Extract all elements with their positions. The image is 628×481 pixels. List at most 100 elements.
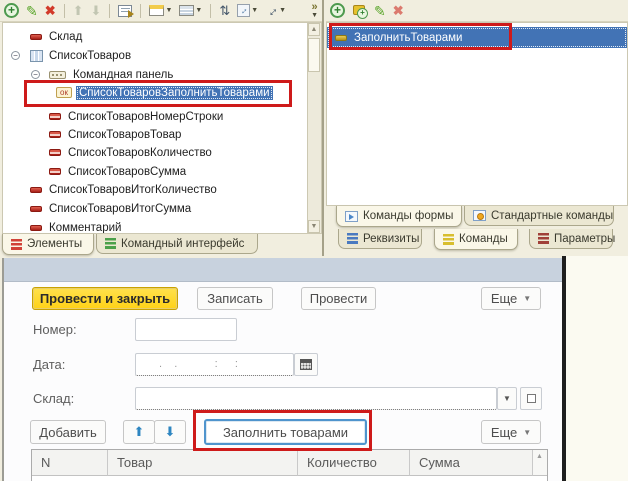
panel-splitter[interactable] bbox=[322, 0, 324, 256]
tab-реквизиты[interactable]: Реквизиты bbox=[338, 229, 422, 249]
table-header-n: N bbox=[32, 450, 108, 476]
field-icon bbox=[30, 205, 42, 212]
expander-icon[interactable]: − bbox=[31, 70, 40, 79]
tab-label: Стандартные команды bbox=[491, 209, 614, 222]
warehouse-dropdown-button[interactable]: ▼ bbox=[497, 387, 517, 410]
move-row-up-button[interactable]: ⬆ bbox=[123, 420, 155, 444]
scroll-down-icon[interactable]: ▼ bbox=[308, 220, 320, 233]
tab-команды-формы[interactable]: Команды формы bbox=[336, 206, 462, 227]
stacked-bars-icon bbox=[347, 233, 358, 244]
calendar-button[interactable] bbox=[294, 353, 318, 376]
expander-icon[interactable]: − bbox=[11, 51, 20, 60]
form-commands-icon bbox=[345, 210, 358, 222]
tab-командный-интерфейс[interactable]: Командный интерфейс bbox=[96, 234, 258, 254]
tree-item[interactable]: СписокТоваровИтогСумма bbox=[3, 199, 307, 218]
add-standard-command-button[interactable] bbox=[352, 4, 368, 19]
add-command-button[interactable]: + bbox=[330, 3, 345, 18]
toolbar-separator bbox=[109, 3, 111, 18]
tree-item-label: Комментарий bbox=[49, 221, 122, 234]
tree-item[interactable]: ок СписокТоваровЗаполнитьТоварами bbox=[3, 83, 307, 102]
scroll-up-icon[interactable]: ▲ bbox=[536, 453, 543, 460]
scroll-up-icon[interactable]: ▲ bbox=[308, 23, 320, 36]
move-up-button[interactable]: ⬆ bbox=[73, 3, 84, 18]
date-label: Дата: bbox=[33, 357, 66, 372]
stacked-bars-icon bbox=[538, 233, 549, 244]
tree-item[interactable]: − Командная панель bbox=[3, 65, 307, 84]
standard-commands-icon bbox=[473, 210, 486, 221]
tab-label: Команды формы bbox=[363, 210, 454, 222]
date-input[interactable]: . . : : bbox=[135, 353, 294, 376]
table-scrollbar[interactable]: ▲ bbox=[532, 450, 547, 476]
tree-item[interactable]: СписокТоваровНомерСтроки bbox=[3, 107, 307, 126]
chevron-down-icon[interactable]: ▼ bbox=[195, 7, 202, 14]
edit-command-button[interactable]: ✎ bbox=[374, 4, 386, 18]
add-row-label: Добавить bbox=[39, 424, 97, 440]
add-icon: + bbox=[330, 3, 345, 18]
commands-toolbar: + ✎ ✖ bbox=[326, 0, 628, 22]
more-button-table[interactable]: Еще ▼ bbox=[481, 420, 541, 444]
move-row-down-button[interactable]: ⬇ bbox=[154, 420, 186, 444]
add-row-button[interactable]: Добавить bbox=[30, 420, 106, 444]
tree-item[interactable]: Комментарий bbox=[3, 218, 307, 234]
tree-item-label: СписокТоваровТовар bbox=[68, 128, 182, 141]
tree-item[interactable]: СписокТоваровТовар bbox=[3, 125, 307, 144]
tree-scrollbar[interactable]: ▲ ▼ bbox=[308, 22, 322, 234]
chevron-down-icon: ▼ bbox=[523, 294, 532, 303]
post-button[interactable]: Провести bbox=[301, 287, 376, 310]
more-button-top[interactable]: Еще ▼ bbox=[481, 287, 541, 310]
column-icon bbox=[49, 149, 61, 156]
write-button[interactable]: Записать bbox=[197, 287, 273, 310]
tab-стандартные-команды[interactable]: Стандартные команды bbox=[464, 206, 614, 226]
toolbar-separator bbox=[140, 3, 142, 18]
tree-item-label: Склад bbox=[49, 30, 83, 43]
tab-label: Параметры bbox=[554, 232, 616, 245]
list-item-label: ЗаполнитьТоварами bbox=[354, 31, 463, 44]
check-form-button[interactable] bbox=[118, 4, 135, 18]
delete-button[interactable]: ✖ bbox=[45, 4, 56, 17]
window-edge bbox=[2, 258, 4, 481]
move-down-button[interactable]: ⬇ bbox=[91, 3, 102, 18]
number-input[interactable] bbox=[135, 318, 237, 341]
chevron-down-icon[interactable]: ▼ bbox=[165, 7, 172, 14]
fill-with-goods-button[interactable]: Заполнить товарами bbox=[204, 419, 367, 445]
post-and-close-button[interactable]: Провести и закрыть bbox=[32, 287, 178, 310]
tree-item[interactable]: − СписокТоваров bbox=[3, 46, 307, 65]
form-view-button[interactable]: ▼ bbox=[149, 5, 172, 16]
delete-command-button[interactable]: ✖ bbox=[393, 4, 404, 17]
tree-item[interactable]: Склад bbox=[3, 27, 307, 46]
add-button[interactable]: + bbox=[4, 3, 19, 18]
tab-параметры[interactable]: Параметры bbox=[529, 229, 616, 249]
edit-button[interactable]: ✎ bbox=[26, 4, 38, 18]
tree-item[interactable]: СписокТоваровСумма bbox=[3, 162, 307, 181]
tab-элементы[interactable]: Элементы bbox=[2, 234, 94, 255]
table-header-сумма: Сумма bbox=[410, 450, 533, 476]
tab-команды[interactable]: Команды bbox=[434, 229, 518, 250]
tree-item-label: Командная панель bbox=[73, 68, 174, 81]
write-label: Записать bbox=[207, 291, 263, 306]
more-label: Еще bbox=[490, 291, 518, 306]
chevron-down-icon[interactable]: ▼ bbox=[251, 7, 258, 14]
pencil-icon: ✎ bbox=[374, 2, 386, 19]
tree-item-label: СписокТоваровЗаполнитьТоварами bbox=[76, 85, 273, 100]
swap-elements-button[interactable]: ⇅ bbox=[219, 4, 230, 17]
form-arrangement-button[interactable]: ▼ bbox=[179, 5, 202, 16]
ok-button-icon: ок bbox=[56, 87, 72, 98]
calendar-icon bbox=[300, 359, 312, 370]
warehouse-input[interactable] bbox=[135, 387, 497, 410]
window-title-icon bbox=[149, 5, 165, 16]
warehouse-open-button[interactable] bbox=[520, 387, 542, 410]
more-label: Еще bbox=[490, 424, 518, 440]
spacing-button[interactable]: ↔ ▼ bbox=[261, 0, 286, 21]
arrow-up-icon: ⬆ bbox=[133, 424, 145, 439]
desktop-background bbox=[566, 256, 628, 481]
tree-item[interactable]: СписокТоваровИтогКоличество bbox=[3, 180, 307, 199]
resize-mode-button[interactable]: ↔ ▼ bbox=[237, 3, 258, 17]
list-item[interactable]: ЗаполнитьТоварами bbox=[327, 27, 627, 48]
toolbar-overflow[interactable]: » ▼ bbox=[311, 2, 318, 20]
diagonal-arrow-icon: ↔ bbox=[261, 0, 282, 21]
tab-label: Реквизиты bbox=[363, 232, 420, 245]
chevron-down-icon: ▼ bbox=[523, 427, 532, 437]
scroll-thumb[interactable] bbox=[308, 38, 320, 72]
tab-label: Команды bbox=[459, 233, 508, 245]
tree-item[interactable]: СписокТоваровКоличество bbox=[3, 143, 307, 162]
